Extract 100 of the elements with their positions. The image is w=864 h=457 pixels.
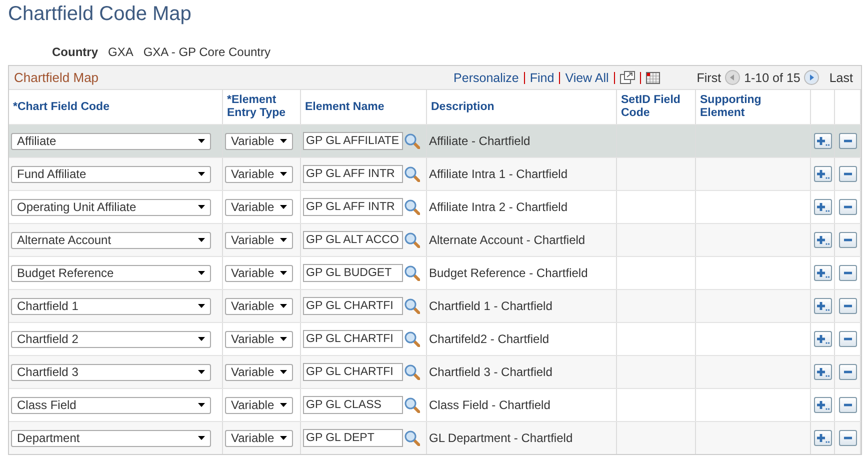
add-row-button[interactable] — [814, 199, 832, 215]
plus-icon — [816, 432, 830, 444]
delete-row-button[interactable] — [838, 298, 856, 314]
element-name-field[interactable]: GP GL BUDGET — [303, 264, 403, 282]
code-dropdown[interactable]: Alternate Account — [11, 232, 211, 248]
code-dropdown[interactable]: Fund Affiliate — [11, 166, 211, 182]
code-dropdown[interactable]: Budget Reference — [11, 264, 211, 282]
search-icon[interactable] — [404, 397, 420, 413]
search-icon[interactable] — [404, 265, 420, 281]
search-icon[interactable] — [404, 331, 420, 347]
description-text: Affiliate Intra 2 - Chartfield — [429, 200, 568, 214]
element-name-field[interactable]: GP GL AFF INTR — [303, 165, 403, 183]
code-dropdown[interactable]: Class Field — [11, 396, 211, 414]
element-name-field[interactable]: GP GL CHARTFI — [303, 330, 403, 348]
zoom-grid-icon[interactable] — [620, 71, 635, 84]
code-dropdown[interactable]: Chartfield 1 — [11, 298, 211, 314]
delete-row-button[interactable] — [838, 397, 856, 413]
description-text: Affiliate - Chartfield — [429, 134, 530, 148]
caret-icon — [280, 436, 287, 440]
delete-row-button[interactable] — [838, 133, 856, 149]
add-row-button[interactable] — [814, 166, 832, 182]
plus-icon — [816, 168, 830, 180]
add-row-button[interactable] — [814, 133, 832, 149]
code-dropdown[interactable]: Department — [11, 430, 211, 446]
previous-icon[interactable] — [725, 70, 740, 85]
toolbar-link[interactable]: Find — [530, 70, 554, 84]
caret-icon — [198, 271, 205, 275]
add-row-button[interactable] — [814, 298, 832, 314]
first-link[interactable]: First — [696, 70, 722, 84]
element-name-field[interactable]: GP GL AFF INTR — [303, 198, 403, 216]
search-icon[interactable] — [404, 364, 420, 380]
next-icon[interactable] — [804, 70, 820, 85]
delete-row-button[interactable] — [838, 331, 856, 347]
caret-icon — [198, 436, 205, 440]
add-row-button[interactable] — [814, 397, 832, 413]
plus-icon — [816, 201, 830, 213]
caret-icon — [198, 238, 205, 242]
entry-type-dropdown[interactable]: Variable — [225, 264, 293, 282]
caret-icon — [198, 403, 205, 407]
spreadsheet-icon[interactable] — [646, 72, 660, 84]
description-text: Class Field - Chartfield — [429, 398, 550, 412]
description-text: Chartfield 3 - Chartfield — [429, 365, 552, 379]
entry-type-dropdown[interactable]: Variable — [225, 132, 293, 150]
search-icon[interactable] — [404, 430, 420, 446]
caret-icon — [280, 304, 287, 308]
country-label: Country — [52, 45, 98, 59]
plus-icon — [816, 135, 830, 147]
entry-type-dropdown[interactable]: Variable — [225, 396, 293, 414]
caret-icon — [198, 370, 205, 374]
description-text: Budget Reference - Chartfield — [429, 266, 588, 280]
add-row-button[interactable] — [814, 232, 832, 248]
element-name-field[interactable]: GP GL CHARTFI — [303, 297, 403, 315]
caret-icon — [280, 172, 287, 176]
search-icon[interactable] — [404, 298, 420, 314]
caret-icon — [280, 271, 287, 275]
code-dropdown[interactable]: Chartfield 3 — [11, 364, 211, 380]
row-range: 1-10 of 15 — [744, 70, 800, 84]
toolbar-link[interactable]: View All — [565, 70, 609, 84]
entry-type-dropdown[interactable]: Variable — [225, 198, 293, 216]
code-dropdown[interactable]: Chartfield 2 — [11, 330, 211, 348]
delete-row-button[interactable] — [838, 166, 856, 182]
element-name-field[interactable]: GP GL CLASS — [303, 396, 403, 414]
plus-icon — [816, 399, 830, 411]
element-name-field[interactable]: GP GL AFFILIATE — [303, 132, 403, 150]
last-link[interactable]: Last — [829, 70, 853, 84]
entry-type-dropdown[interactable]: Variable — [225, 298, 293, 314]
search-icon[interactable] — [404, 133, 420, 149]
add-row-button[interactable] — [814, 331, 832, 347]
entry-type-dropdown[interactable]: Variable — [225, 430, 293, 446]
element-name-field[interactable]: GP GL DEPT — [303, 429, 403, 447]
add-row-button[interactable] — [814, 430, 832, 446]
delete-row-button[interactable] — [838, 232, 856, 248]
element-name-field[interactable]: GP GL ALT ACCO — [303, 231, 403, 249]
caret-icon — [280, 370, 287, 374]
delete-row-button[interactable] — [838, 265, 856, 281]
search-icon[interactable] — [404, 232, 420, 248]
entry-type-dropdown[interactable]: Variable — [225, 166, 293, 182]
description-text: Alternate Account - Chartfield — [429, 233, 586, 247]
add-row-button[interactable] — [814, 265, 832, 281]
delete-row-button[interactable] — [838, 199, 856, 215]
toolbar-link[interactable]: Personalize — [454, 70, 519, 84]
delete-row-button[interactable] — [838, 430, 856, 446]
code-dropdown[interactable]: Operating Unit Affiliate — [11, 198, 211, 216]
caret-icon — [198, 172, 205, 176]
caret-icon — [280, 337, 287, 341]
grid-title: Chartfield Map — [14, 70, 99, 85]
search-icon[interactable] — [404, 199, 420, 215]
entry-type-dropdown[interactable]: Variable — [225, 330, 293, 348]
add-row-button[interactable] — [814, 364, 832, 380]
country-code: GXA — [108, 45, 134, 59]
plus-icon — [816, 333, 830, 345]
description-text: Chartifeld2 - Chartfield — [429, 332, 550, 346]
element-name-field[interactable]: GP GL CHARTFI — [303, 363, 403, 381]
search-icon[interactable] — [404, 166, 420, 182]
entry-type-dropdown[interactable]: Variable — [225, 232, 293, 248]
code-dropdown[interactable]: Affiliate — [11, 132, 211, 150]
delete-row-button[interactable] — [838, 364, 856, 380]
entry-type-dropdown[interactable]: Variable — [225, 364, 293, 380]
caret-icon — [198, 205, 205, 209]
description-text: Chartfield 1 - Chartfield — [429, 299, 552, 313]
